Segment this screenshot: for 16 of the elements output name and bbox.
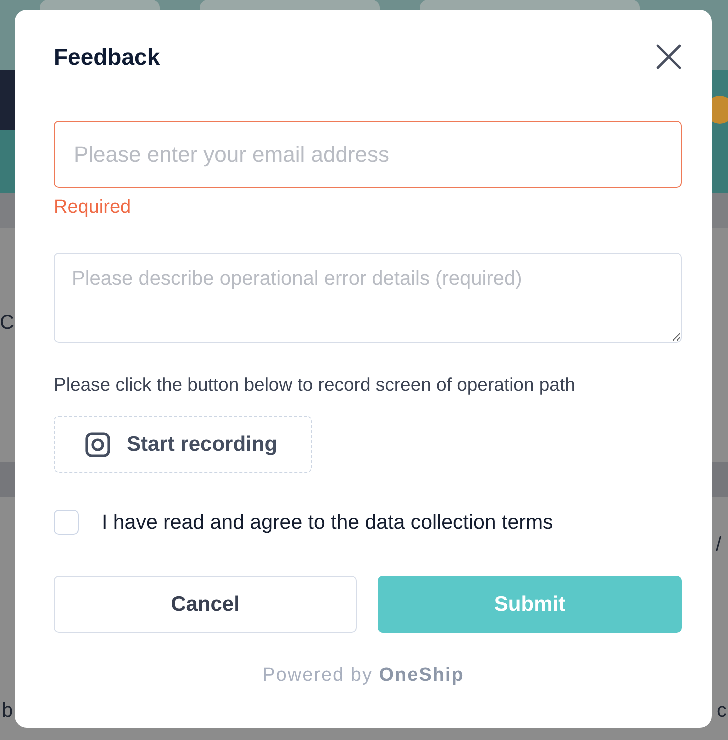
background-text: C xyxy=(0,312,14,335)
background-text: c xyxy=(717,700,727,723)
start-recording-button[interactable]: Start recording xyxy=(54,416,312,473)
email-field[interactable]: Please enter your email address xyxy=(54,121,682,188)
background-text: / xyxy=(716,534,722,557)
camera-icon xyxy=(85,432,111,458)
agree-label: I have read and agree to the data collection terms xyxy=(102,510,554,534)
powered-by-text: Powered by OneShip xyxy=(262,665,466,687)
details-field[interactable]: Please describe operational error details (required) xyxy=(54,253,682,343)
cancel-button[interactable]: Cancel xyxy=(54,576,357,633)
agree-checkbox[interactable] xyxy=(54,510,79,535)
dialog-title: Feedback xyxy=(54,44,160,70)
background-text: b xyxy=(2,700,14,723)
instruction-text: Please click the button below to record screen of operation path xyxy=(54,374,576,396)
close-icon[interactable] xyxy=(656,44,682,70)
error-message: Required xyxy=(54,197,132,220)
